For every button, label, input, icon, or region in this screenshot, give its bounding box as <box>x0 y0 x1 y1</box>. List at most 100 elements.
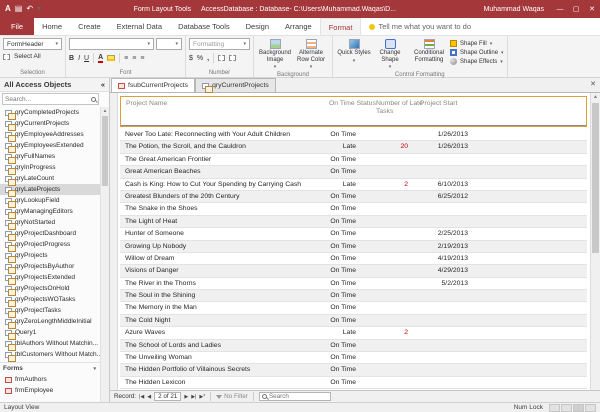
table-row[interactable]: The Memory in the Man On Time <box>120 302 587 314</box>
comma-format-button[interactable]: , <box>207 54 209 63</box>
datasheet-view-button[interactable] <box>561 404 572 412</box>
cell-late-tasks[interactable]: 2 <box>368 179 408 191</box>
table-row[interactable]: The Hidden Portfolio of Villainous Secre… <box>120 364 587 376</box>
table-row[interactable]: Hunter of Someone On Time 2/25/2013 <box>120 228 587 240</box>
cell-project-name[interactable]: Greatest Blunders of the 20th Century <box>125 191 320 203</box>
undo-icon[interactable]: ↶ <box>26 0 33 18</box>
font-size-dropdown[interactable]: ▾ <box>156 38 182 50</box>
tab-file[interactable]: File <box>0 18 34 35</box>
italic-button[interactable]: I <box>78 54 80 63</box>
nav-group-forms[interactable]: Forms ▾ <box>0 362 100 374</box>
table-row[interactable]: Greatest Blunders of the 20th Century On… <box>120 191 587 203</box>
nav-item-query[interactable]: qryProjectTasks <box>0 305 100 316</box>
cell-project-start[interactable]: 1/26/2013 <box>416 129 468 141</box>
cell-project-start[interactable]: 1/26/2013 <box>416 141 468 153</box>
table-row[interactable]: The School of Lords and Ladies On Time <box>120 340 587 352</box>
cell-project-start[interactable]: 4/29/2013 <box>416 265 468 277</box>
table-row[interactable]: The Potion, the Scroll, and the Cauldron… <box>120 141 587 153</box>
no-filter-button[interactable]: No Filter <box>216 393 248 400</box>
shape-effects-button[interactable]: Shape Effects ▾ <box>450 58 504 65</box>
column-header-project-name[interactable]: Project Name <box>126 100 167 108</box>
alternate-row-color-button[interactable]: Alternate Row Color ▾ <box>293 38 329 71</box>
scroll-up-icon[interactable]: ▲ <box>101 107 109 115</box>
table-row[interactable]: Great American Beaches On Time <box>120 166 587 178</box>
cell-project-name[interactable]: The Hidden Lexicon <box>125 377 320 389</box>
object-selector-dropdown[interactable]: FormHeader ▾ <box>3 38 62 50</box>
table-row[interactable]: Cash is King: How to Cut Your Spending b… <box>120 179 587 191</box>
cell-project-name[interactable]: The Hidden Portfolio of Villainous Secre… <box>125 364 320 376</box>
bold-button[interactable]: B <box>69 54 74 63</box>
cell-project-name[interactable]: Azure Waves <box>125 327 320 339</box>
align-left-icon[interactable]: ≡ <box>124 54 128 63</box>
conditional-formatting-button[interactable]: Conditional Formatting <box>408 38 450 71</box>
scrollbar-thumb[interactable] <box>592 103 599 253</box>
nav-search-box[interactable] <box>2 93 99 105</box>
shape-fill-button[interactable]: Shape Fill ▾ <box>450 40 504 47</box>
table-row[interactable]: The Great American Frontier On Time <box>120 154 587 166</box>
currency-format-button[interactable]: $ <box>189 54 193 63</box>
cell-project-name[interactable]: The Snake in the Shoes <box>125 203 320 215</box>
nav-item-query[interactable]: qryInProgress <box>0 162 100 173</box>
select-all-button[interactable]: Select All <box>3 53 62 60</box>
column-header-project-start[interactable]: Project Start <box>420 100 457 108</box>
nav-item-query[interactable]: qryLateProjects <box>0 184 100 195</box>
cell-on-time-status[interactable]: On Time <box>318 352 356 364</box>
table-row[interactable]: The River in the Thorns On Time 5/2/2013 <box>120 278 587 290</box>
record-search-input[interactable] <box>269 393 328 400</box>
percent-format-button[interactable]: % <box>197 54 203 63</box>
align-right-icon[interactable]: ≡ <box>140 54 144 63</box>
nav-item-query[interactable]: qryLookupField <box>0 195 100 206</box>
design-view-button[interactable] <box>585 404 596 412</box>
nav-item-query[interactable]: tblAuthors Without Matchin... <box>0 338 100 349</box>
column-header-late-tasks[interactable]: Number of Late Tasks <box>376 100 424 115</box>
record-selector-bar[interactable] <box>110 93 118 390</box>
nav-item-query[interactable]: qryZeroLengthMiddleInitial <box>0 316 100 327</box>
cell-project-start[interactable]: 6/10/2013 <box>416 179 468 191</box>
tab-database-tools[interactable]: Database Tools <box>170 18 238 35</box>
table-row[interactable]: The Snake in the Shoes On Time <box>120 203 587 215</box>
nav-item-query[interactable]: qryProjectsExtended <box>0 272 100 283</box>
underline-button[interactable]: U <box>84 54 89 63</box>
nav-item-query[interactable]: qryProjects <box>0 250 100 261</box>
tab-design[interactable]: Design <box>238 18 277 35</box>
nav-item-query[interactable]: qryProjectsWOTasks <box>0 294 100 305</box>
cell-project-name[interactable]: The Soul in the Shining <box>125 290 320 302</box>
nav-item-query[interactable]: qryEmployeesExtended <box>0 140 100 151</box>
table-row[interactable]: Willow of Dream On Time 4/19/2013 <box>120 253 587 265</box>
shutter-bar-close-icon[interactable]: « <box>101 80 105 89</box>
nav-search-input[interactable] <box>5 96 89 103</box>
table-row[interactable]: Never Too Late: Reconnecting with Your A… <box>120 129 587 141</box>
cell-late-tasks[interactable]: 2 <box>368 327 408 339</box>
cell-on-time-status[interactable]: On Time <box>318 203 356 215</box>
doc-tab-fsubcurrentprojects[interactable]: fsubCurrentProjects <box>111 78 195 92</box>
cell-on-time-status[interactable]: On Time <box>318 191 356 203</box>
tab-arrange[interactable]: Arrange <box>277 18 320 35</box>
cell-on-time-status[interactable]: On Time <box>318 154 356 166</box>
nav-item-query[interactable]: qryProjectsByAuthor <box>0 261 100 272</box>
nav-item-query[interactable]: qryLateCount <box>0 173 100 184</box>
cell-on-time-status[interactable]: On Time <box>318 216 356 228</box>
background-image-button[interactable]: Background Image ▾ <box>257 38 293 71</box>
scroll-up-icon[interactable]: ▲ <box>591 93 600 101</box>
increase-decimals-icon[interactable] <box>218 55 225 61</box>
qat-customize-icon[interactable]: ▾ <box>37 0 41 18</box>
tab-format[interactable]: Format <box>320 18 362 35</box>
cell-project-name[interactable]: Great American Beaches <box>125 166 320 178</box>
cell-project-name[interactable]: The School of Lords and Ladies <box>125 340 320 352</box>
quick-styles-button[interactable]: Quick Styles ▾ <box>336 38 372 71</box>
cell-project-name[interactable]: The Potion, the Scroll, and the Cauldron <box>125 141 320 153</box>
cell-on-time-status[interactable]: On Time <box>318 340 356 352</box>
cell-project-name[interactable]: The River in the Thorns <box>125 278 320 290</box>
cell-project-name[interactable]: The Light of Heat <box>125 216 320 228</box>
cell-project-name[interactable]: Willow of Dream <box>125 253 320 265</box>
signed-in-user[interactable]: Muhammad Waqas <box>484 6 544 13</box>
nav-item-query[interactable]: tblCustomers Without Match... <box>0 349 100 360</box>
cell-project-name[interactable]: The Memory in the Man <box>125 302 320 314</box>
first-record-button[interactable]: |◀ <box>139 394 144 400</box>
cell-project-name[interactable]: The Cold Night <box>125 315 320 327</box>
nav-item-query[interactable]: qryProjectDashboard <box>0 228 100 239</box>
last-record-button[interactable]: ▶| <box>191 394 196 400</box>
new-record-button[interactable]: ▶* <box>199 394 205 400</box>
cell-project-name[interactable]: The Unveiling Woman <box>125 352 320 364</box>
table-row[interactable]: The Hidden Lexicon On Time <box>120 377 587 389</box>
